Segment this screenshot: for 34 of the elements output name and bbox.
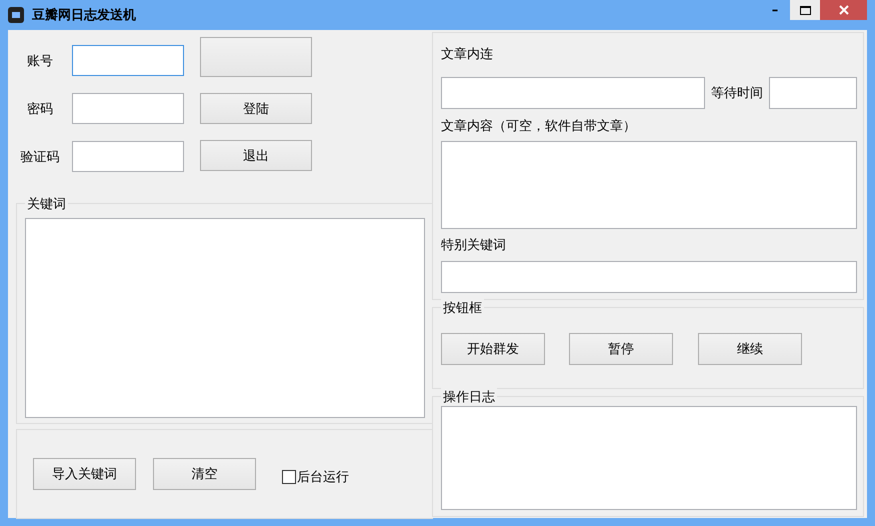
- group-title: 按钮框: [441, 299, 484, 317]
- input-field[interactable]: [72, 141, 184, 172]
- field-label: 账号: [26, 52, 54, 70]
- field-label: 密码: [26, 100, 54, 118]
- field-label: 验证码: [20, 148, 60, 166]
- checkbox-label: 后台运行: [297, 469, 349, 486]
- special-keyword-field[interactable]: [441, 261, 857, 293]
- close-button[interactable]: [820, 0, 867, 20]
- maximize-button[interactable]: [790, 0, 820, 20]
- blank-button[interactable]: [200, 37, 312, 77]
- content-textarea[interactable]: [441, 141, 857, 229]
- action-button[interactable]: 开始群发: [441, 333, 545, 365]
- action-button[interactable]: 导入关键词: [33, 458, 136, 490]
- group-title: 关键词: [25, 195, 68, 213]
- app-icon: [8, 7, 24, 23]
- action-button[interactable]: 清空: [153, 458, 256, 490]
- field-label: 文章内容（可空，软件自带文章）: [441, 118, 636, 135]
- action-button[interactable]: 退出: [200, 140, 312, 171]
- checkbox[interactable]: [282, 470, 296, 484]
- input-field[interactable]: [72, 45, 184, 76]
- link-field[interactable]: [441, 77, 705, 109]
- input-field[interactable]: [72, 93, 184, 124]
- field-label: 等待时间: [710, 85, 764, 102]
- field-label: 特别关键词: [441, 237, 506, 254]
- action-button[interactable]: 继续: [698, 333, 802, 365]
- wait-time-field[interactable]: [769, 77, 857, 109]
- maximize-icon: [800, 6, 810, 14]
- window-title: 豆瓣网日志发送机: [32, 6, 136, 24]
- field-label: 文章内连: [441, 46, 493, 63]
- close-icon: [838, 5, 848, 15]
- minimize-button[interactable]: –: [760, 0, 790, 20]
- action-button[interactable]: 暂停: [569, 333, 673, 365]
- action-button[interactable]: 登陆: [200, 93, 312, 124]
- group-title: 操作日志: [441, 388, 497, 406]
